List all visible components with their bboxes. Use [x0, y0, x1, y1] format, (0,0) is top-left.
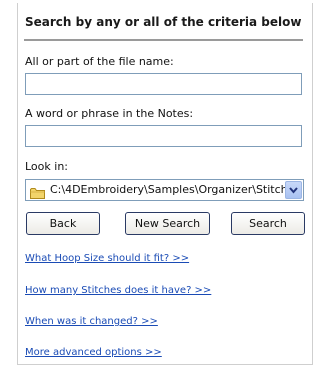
- dropdown-button[interactable]: [285, 181, 302, 199]
- notes-input[interactable]: [25, 125, 302, 147]
- lookin-value: C:\4DEmbroidery\Samples\Organizer\Stitch: [50, 183, 288, 196]
- lookin-label: Look in:: [25, 160, 68, 173]
- filename-input[interactable]: [25, 73, 302, 95]
- advanced-options-link[interactable]: More advanced options >>: [25, 347, 162, 358]
- new-search-button[interactable]: New Search: [125, 212, 210, 235]
- notes-label: A word or phrase in the Notes:: [25, 107, 194, 120]
- hoop-size-link[interactable]: What Hoop Size should it fit? >>: [25, 253, 189, 264]
- folder-icon: [30, 184, 45, 199]
- back-button[interactable]: Back: [26, 212, 100, 235]
- chevron-down-icon: [289, 187, 298, 194]
- search-button[interactable]: Search: [231, 212, 305, 235]
- stitches-link[interactable]: How many Stitches does it have? >>: [25, 285, 211, 296]
- search-panel: Search by any or all of the criteria bel…: [17, 3, 313, 365]
- search-heading: Search by any or all of the criteria bel…: [25, 15, 302, 29]
- lookin-dropdown[interactable]: C:\4DEmbroidery\Samples\Organizer\Stitch: [25, 179, 304, 201]
- heading-divider: [24, 39, 303, 41]
- changed-date-link[interactable]: When was it changed? >>: [25, 316, 158, 327]
- filename-label: All or part of the file name:: [25, 55, 174, 68]
